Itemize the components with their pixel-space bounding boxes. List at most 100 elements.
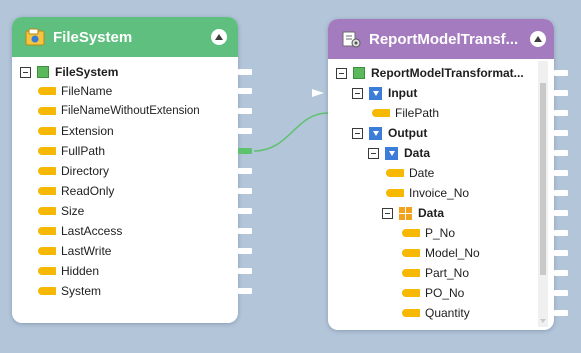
field-label: FullPath [61, 144, 106, 158]
field-row[interactable]: Invoice_No [386, 183, 469, 203]
field-label: Extension [61, 124, 114, 138]
output-port[interactable] [554, 170, 568, 176]
field-row[interactable]: FileName [38, 81, 112, 101]
connection-line [253, 112, 329, 152]
report-model-icon [342, 31, 361, 48]
output-port[interactable] [554, 310, 568, 316]
output-port[interactable] [238, 188, 252, 194]
field-label: Invoice_No [409, 186, 470, 200]
output-port[interactable] [554, 210, 568, 216]
output-port[interactable] [238, 168, 252, 174]
group-label: Output [388, 126, 428, 140]
field-row[interactable]: PO_No [402, 283, 464, 303]
node-title: FileSystem [53, 29, 133, 46]
field-row[interactable]: P_No [402, 223, 455, 243]
output-port[interactable] [238, 108, 252, 114]
filesystem-node[interactable]: FileSystem FileSystem FileName FileNameW… [12, 17, 238, 323]
output-port[interactable] [238, 288, 252, 294]
output-port[interactable] [238, 268, 252, 274]
data-group[interactable]: Data [368, 143, 430, 163]
scrollbar-thumb[interactable] [540, 83, 546, 275]
scroll-down-arrow-icon[interactable] [538, 318, 548, 324]
input-group[interactable]: Input [352, 83, 417, 103]
output-port[interactable] [554, 190, 568, 196]
field-icon [386, 169, 404, 177]
field-row[interactable]: LastAccess [38, 221, 122, 241]
output-port[interactable] [554, 270, 568, 276]
group-label: Input [388, 86, 418, 100]
output-port-connected[interactable] [238, 148, 252, 154]
field-row[interactable]: System [38, 281, 101, 301]
output-port[interactable] [238, 248, 252, 254]
group-label: Data [418, 206, 445, 220]
output-port[interactable] [238, 69, 252, 75]
output-port[interactable] [554, 250, 568, 256]
grid-icon [399, 206, 412, 220]
field-label: FilePath [395, 106, 440, 120]
field-label: Model_No [425, 246, 480, 260]
field-label: Hidden [61, 264, 100, 278]
collapse-toggle-icon[interactable] [382, 207, 393, 219]
field-row[interactable]: Hidden [38, 261, 99, 281]
field-icon [402, 229, 420, 237]
output-port[interactable] [554, 90, 568, 96]
chevron-up-icon [534, 35, 542, 42]
field-label: ReadOnly [61, 184, 115, 198]
field-row[interactable]: FilePath [372, 103, 439, 123]
field-label: P_No [425, 226, 456, 240]
collapse-toggle-icon[interactable] [368, 147, 379, 159]
output-group[interactable]: Output [352, 123, 427, 143]
nested-data-group[interactable]: Data [382, 203, 444, 223]
collapse-toggle-icon[interactable] [352, 127, 363, 139]
report-model-node-header[interactable]: ReportModelTransf... [328, 19, 554, 59]
output-port[interactable] [554, 290, 568, 296]
collapse-toggle-icon[interactable] [20, 66, 31, 78]
field-icon [386, 189, 404, 197]
output-port[interactable] [238, 88, 252, 94]
data-icon [385, 146, 398, 160]
collapse-toggle-icon[interactable] [352, 87, 363, 99]
field-label: FileNameWithoutExtension [61, 105, 200, 117]
field-label: Part_No [425, 266, 470, 280]
filesystem-node-header[interactable]: FileSystem [12, 17, 238, 57]
field-icon [38, 287, 56, 295]
field-row[interactable]: FileNameWithoutExtension [38, 101, 200, 121]
field-row[interactable]: LastWrite [38, 241, 111, 261]
output-port[interactable] [554, 110, 568, 116]
field-row[interactable]: Size [38, 201, 84, 221]
field-icon [38, 87, 56, 95]
field-icon [372, 109, 390, 117]
tree-root[interactable]: ReportModelTransformat... [336, 63, 524, 83]
field-label: PO_No [425, 286, 465, 300]
output-port[interactable] [554, 230, 568, 236]
collapse-button[interactable] [211, 29, 227, 45]
field-icon [38, 107, 56, 115]
field-row[interactable]: Quantity [402, 303, 470, 323]
report-model-node[interactable]: ReportModelTransf... ReportModelTransfor… [328, 19, 554, 330]
output-port[interactable] [238, 208, 252, 214]
filesystem-icon [25, 28, 45, 46]
node-title: ReportModelTransf... [369, 31, 519, 48]
collapse-button[interactable] [530, 31, 546, 47]
field-row[interactable]: Model_No [402, 243, 480, 263]
output-port[interactable] [238, 128, 252, 134]
output-port[interactable] [238, 228, 252, 234]
output-port[interactable] [554, 130, 568, 136]
output-port[interactable] [554, 150, 568, 156]
field-row[interactable]: Extension [38, 121, 114, 141]
vertical-scrollbar[interactable] [538, 61, 548, 327]
field-row[interactable]: Part_No [402, 263, 469, 283]
field-row[interactable]: ReadOnly [38, 181, 114, 201]
collapse-toggle-icon[interactable] [336, 67, 347, 79]
chevron-up-icon [215, 33, 223, 40]
tree-root[interactable]: FileSystem [20, 62, 118, 82]
field-row[interactable]: Directory [38, 161, 109, 181]
field-label: System [61, 284, 102, 298]
field-row[interactable]: Date [386, 163, 434, 183]
output-port[interactable] [554, 70, 568, 76]
table-icon [37, 66, 49, 78]
field-row[interactable]: FullPath [38, 141, 105, 161]
field-label: Quantity [425, 306, 470, 320]
field-label: LastAccess [61, 224, 123, 238]
field-label: Size [61, 204, 85, 218]
